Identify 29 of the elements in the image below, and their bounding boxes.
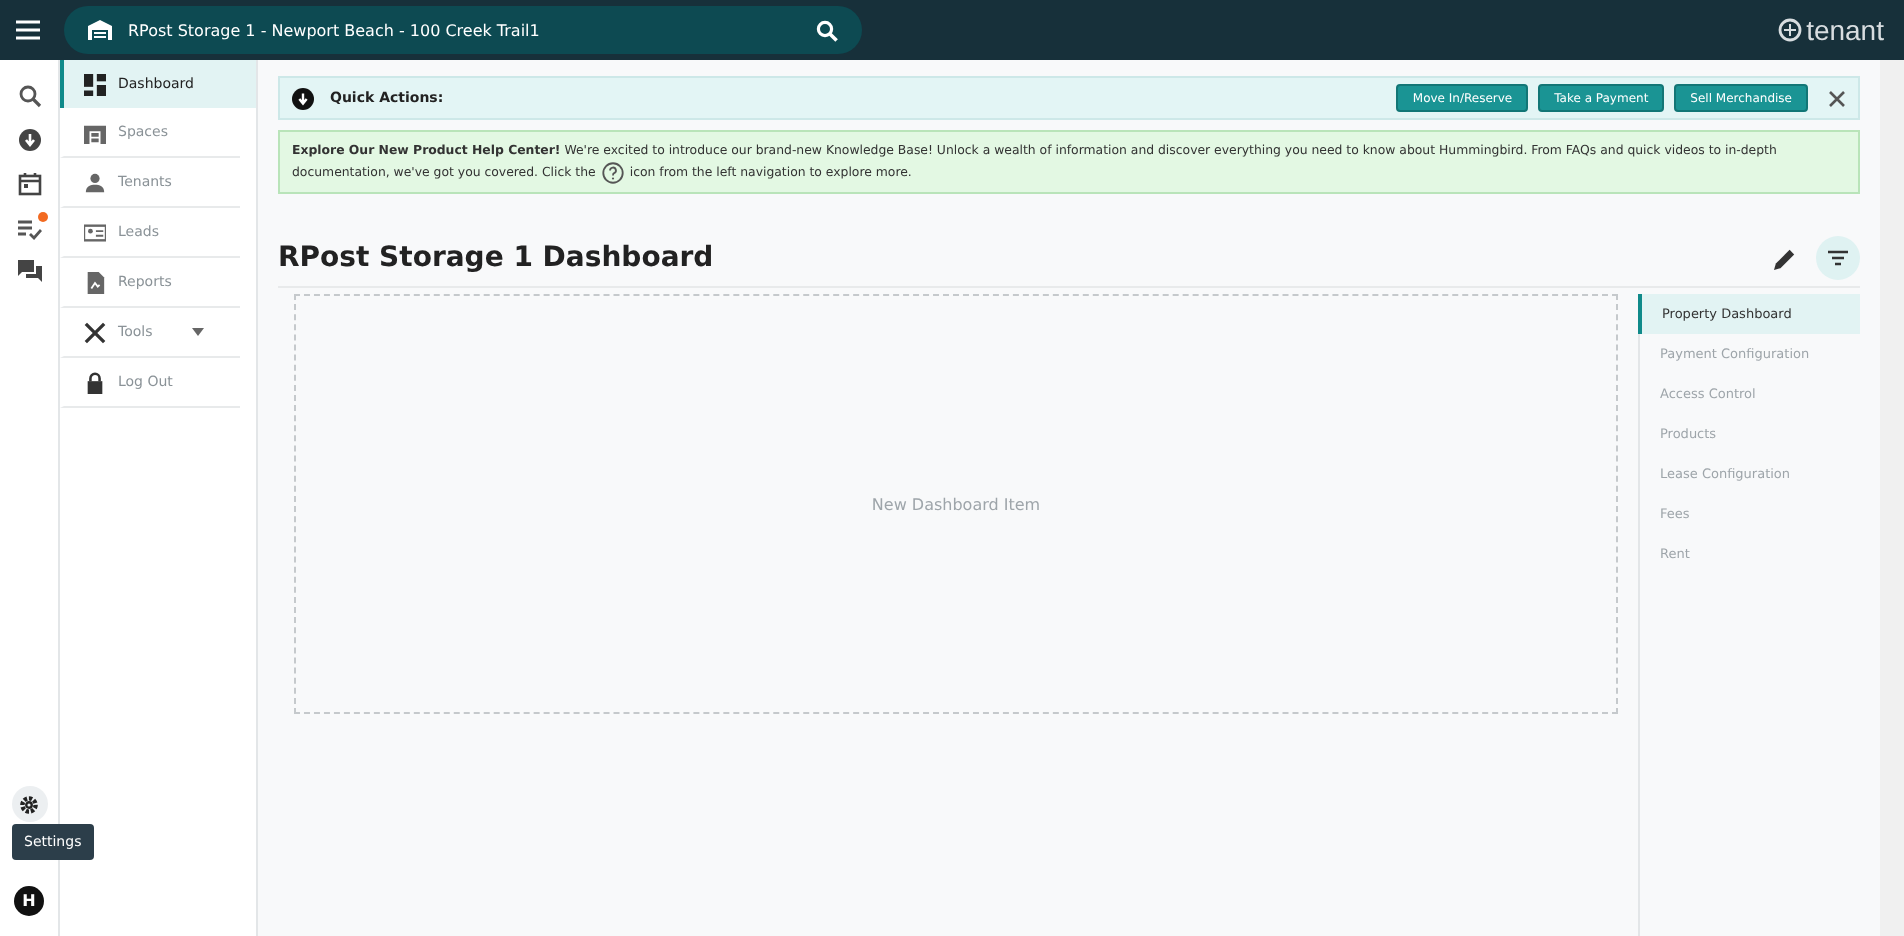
search-icon[interactable] xyxy=(816,19,838,41)
download-icon xyxy=(292,87,314,109)
user-avatar[interactable]: H xyxy=(14,886,44,916)
search-icon[interactable] xyxy=(17,84,41,108)
tools-icon xyxy=(84,321,106,343)
help-icon xyxy=(601,162,624,184)
warehouse-icon xyxy=(88,20,112,40)
dashboard-icon xyxy=(84,73,106,95)
download-icon[interactable] xyxy=(17,128,41,152)
tasks-icon[interactable] xyxy=(17,216,41,240)
close-icon[interactable] xyxy=(1828,89,1846,107)
id-card-icon xyxy=(84,221,106,243)
filter-icon[interactable] xyxy=(1816,236,1860,280)
person-icon xyxy=(84,171,106,193)
dashboard-item-area[interactable]: New Dashboard Item xyxy=(294,294,1618,714)
document-icon xyxy=(84,271,106,293)
property-name: RPost Storage 1 - Newport Beach - 100 Creek Trail1 xyxy=(128,21,542,39)
scrollbar[interactable] xyxy=(1880,60,1904,936)
lock-icon xyxy=(84,371,106,393)
page-title: RPost Storage 1 Dashboard xyxy=(278,242,714,274)
building-icon xyxy=(84,121,106,143)
tenant-logo: tenant xyxy=(1778,14,1884,46)
pencil-icon[interactable] xyxy=(1774,247,1796,269)
property-selector[interactable]: RPost Storage 1 - Newport Beach - 100 Creek Trail1 xyxy=(64,6,862,54)
settings-icon[interactable] xyxy=(11,786,47,822)
chat-icon[interactable] xyxy=(17,260,41,284)
caret-icon xyxy=(192,328,204,336)
menu-icon[interactable] xyxy=(12,16,44,44)
calendar-icon[interactable] xyxy=(17,172,41,196)
